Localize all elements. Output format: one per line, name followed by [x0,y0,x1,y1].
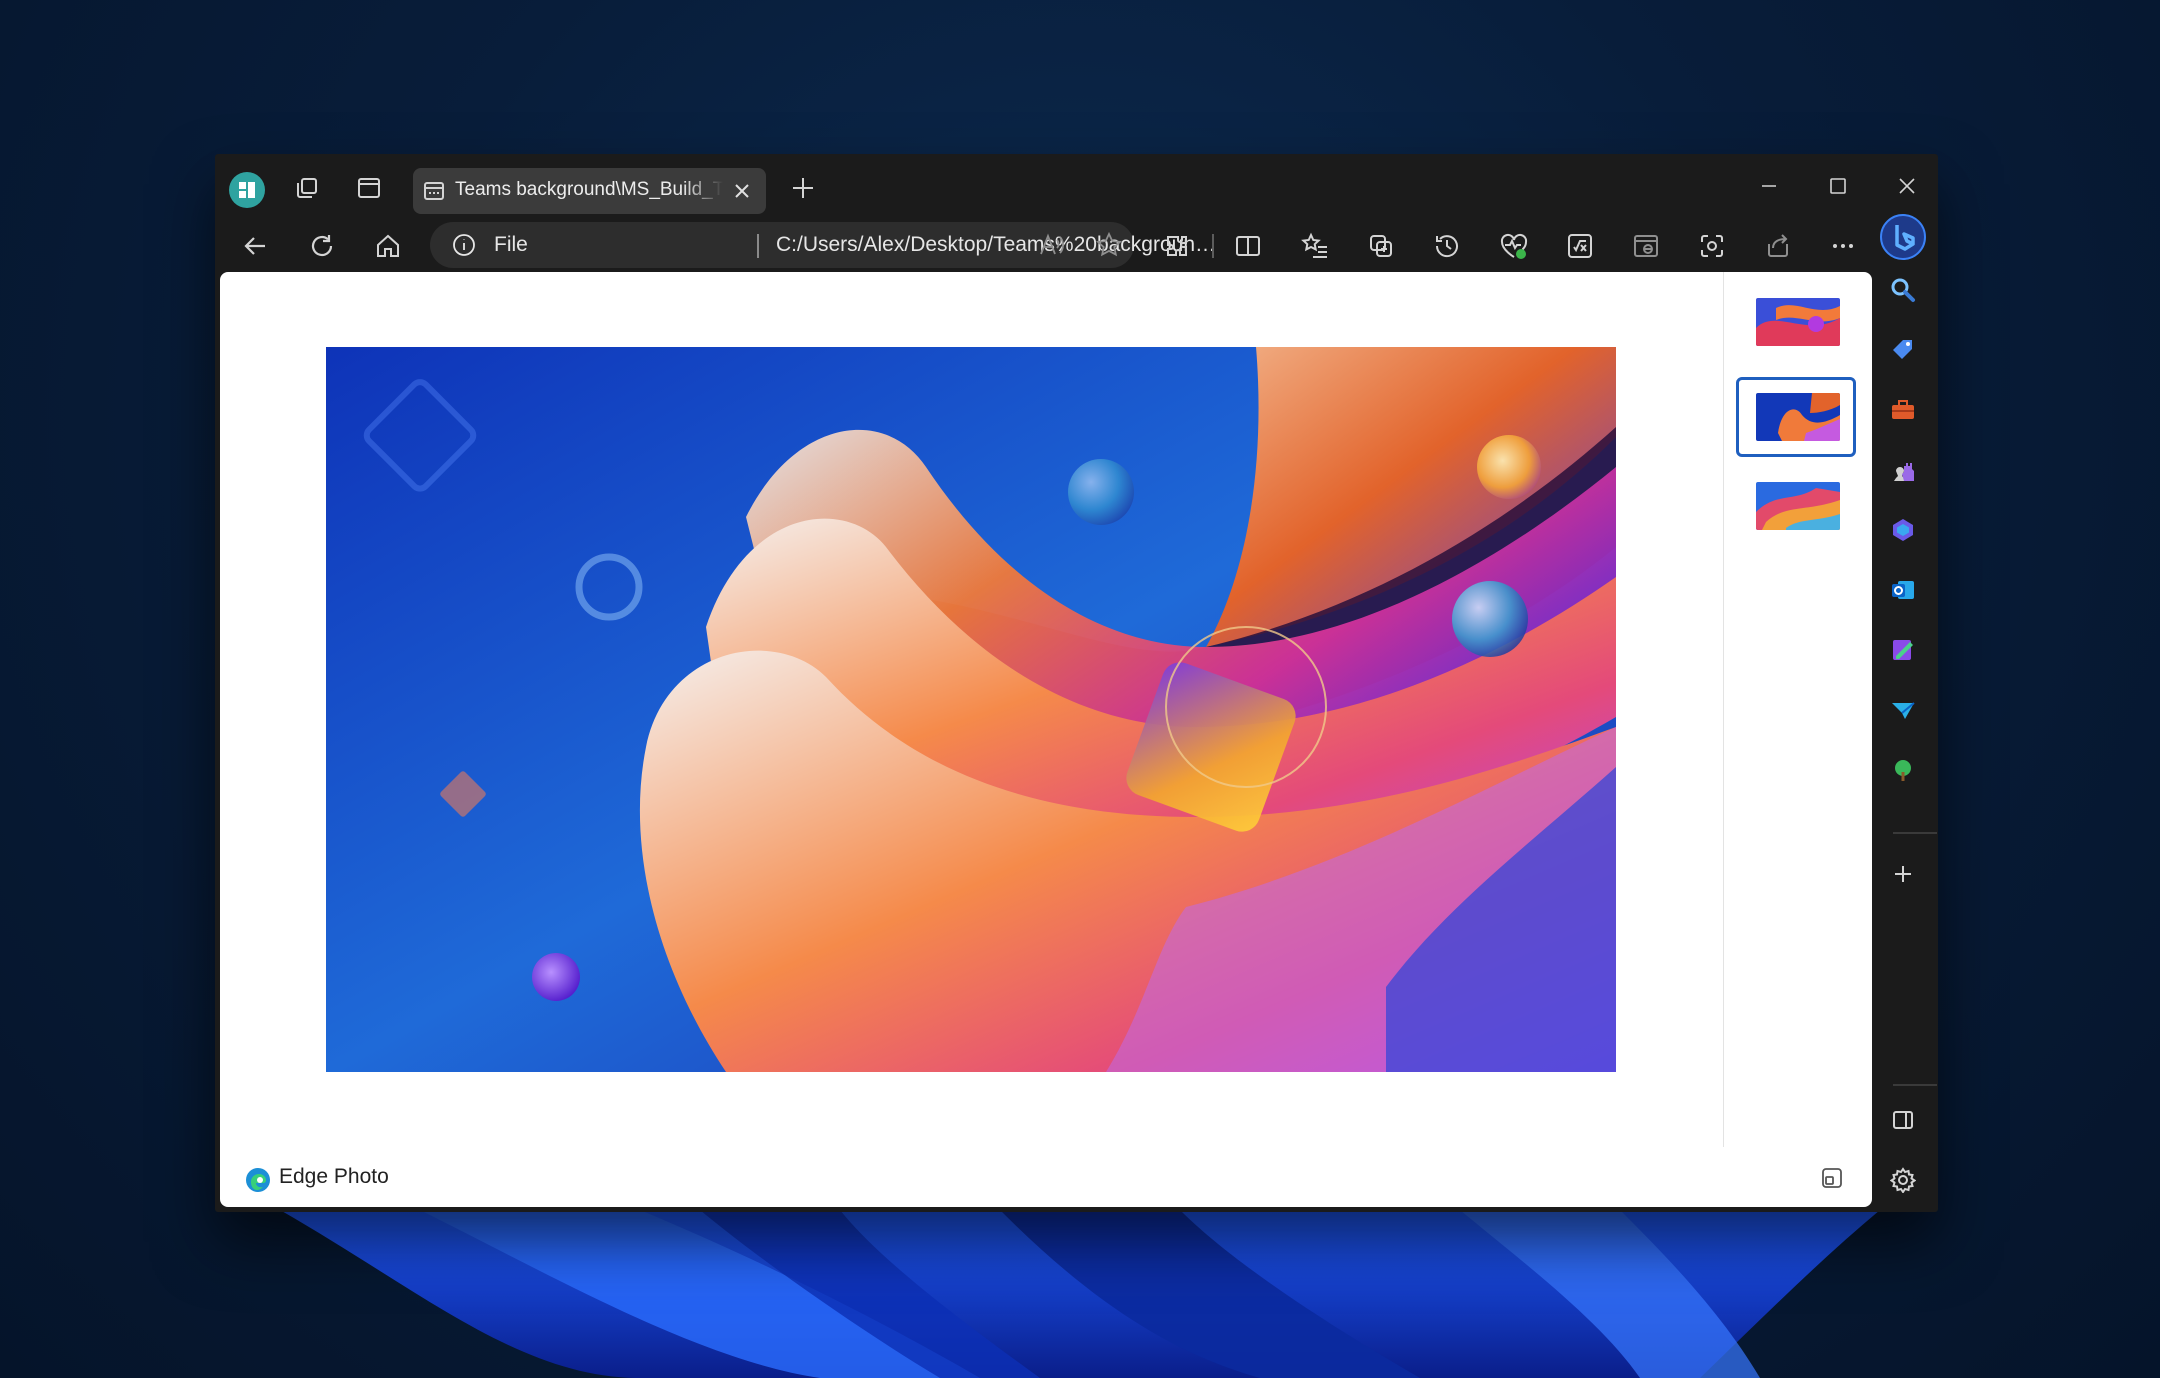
app-name-label: Edge Photo [279,1165,389,1188]
shopping-icon[interactable] [1890,337,1916,363]
file-label: File [494,233,528,256]
read-aloud-icon[interactable] [1039,233,1065,257]
photo-viewer: Edge Photo [220,272,1872,1207]
close-window-icon[interactable] [1895,174,1919,198]
thumbnail-1[interactable] [1756,298,1840,346]
info-icon[interactable] [452,233,476,257]
bing-icon[interactable] [1879,213,1927,261]
workspaces-icon[interactable] [293,174,321,202]
screenshot-icon[interactable] [1698,232,1726,260]
history-icon[interactable] [1433,232,1461,260]
internet-explorer-mode-icon[interactable] [1632,232,1660,260]
toolbar-separator [1212,234,1214,258]
favorites-icon[interactable] [1301,232,1329,260]
back-icon[interactable] [241,232,269,260]
math-solver-icon[interactable] [1566,232,1594,260]
vertical-tabs-icon[interactable] [357,176,381,200]
extensions-icon[interactable] [1163,232,1191,260]
minimize-icon[interactable] [1757,174,1781,198]
tab-title: Teams background\MS_Build_Teams [455,179,723,200]
tab-favicon-icon [423,180,445,202]
url-text[interactable]: C:/Users/Alex/Desktop/Teams%20background… [776,233,1226,257]
designer-icon[interactable] [1890,637,1916,663]
collections-icon[interactable] [1367,232,1395,260]
new-tab-icon[interactable] [791,176,815,200]
refresh-icon[interactable] [308,232,336,260]
sidebar-divider [1893,832,1937,834]
outlook-icon[interactable] [1890,577,1916,603]
main-photo [326,347,1616,1072]
thumbnail-2[interactable] [1756,393,1840,441]
edge-logo-icon [245,1167,271,1193]
title-bar: Teams background\MS_Build_Teams [215,154,1938,222]
profile-avatar-icon[interactable] [229,172,265,208]
thumbnail-3[interactable] [1756,482,1840,530]
hide-sidebar-icon[interactable] [1891,1108,1915,1132]
sidebar-divider-bottom [1893,1084,1937,1086]
tree-icon[interactable] [1890,757,1916,783]
tab-active[interactable]: Teams background\MS_Build_Teams [413,168,766,214]
add-icon[interactable] [1891,862,1915,886]
browser-essentials-icon[interactable] [1499,232,1529,260]
thumbnail-panel-divider [1723,272,1724,1147]
microsoft-365-icon[interactable] [1890,517,1916,543]
more-icon[interactable] [1829,232,1857,260]
games-icon[interactable] [1890,457,1916,483]
edge-sidebar [1878,214,1938,1212]
tab-close-icon[interactable] [733,182,751,200]
share-icon[interactable] [1764,232,1792,260]
settings-icon[interactable] [1890,1167,1916,1193]
fullscreen-icon[interactable] [1820,1166,1844,1190]
drop-icon[interactable] [1890,697,1916,723]
browser-window: Teams background\MS_Build_Teams File [215,154,1938,1212]
home-icon[interactable] [374,232,402,260]
tools-icon[interactable] [1890,397,1916,423]
search-icon[interactable] [1890,277,1916,303]
split-screen-icon[interactable] [1234,232,1262,260]
favorite-star-icon[interactable] [1096,232,1122,258]
address-separator [757,234,759,258]
maximize-icon[interactable] [1826,174,1850,198]
address-bar[interactable]: File C:/Users/Alex/Desktop/Teams%20backg… [430,222,1226,268]
